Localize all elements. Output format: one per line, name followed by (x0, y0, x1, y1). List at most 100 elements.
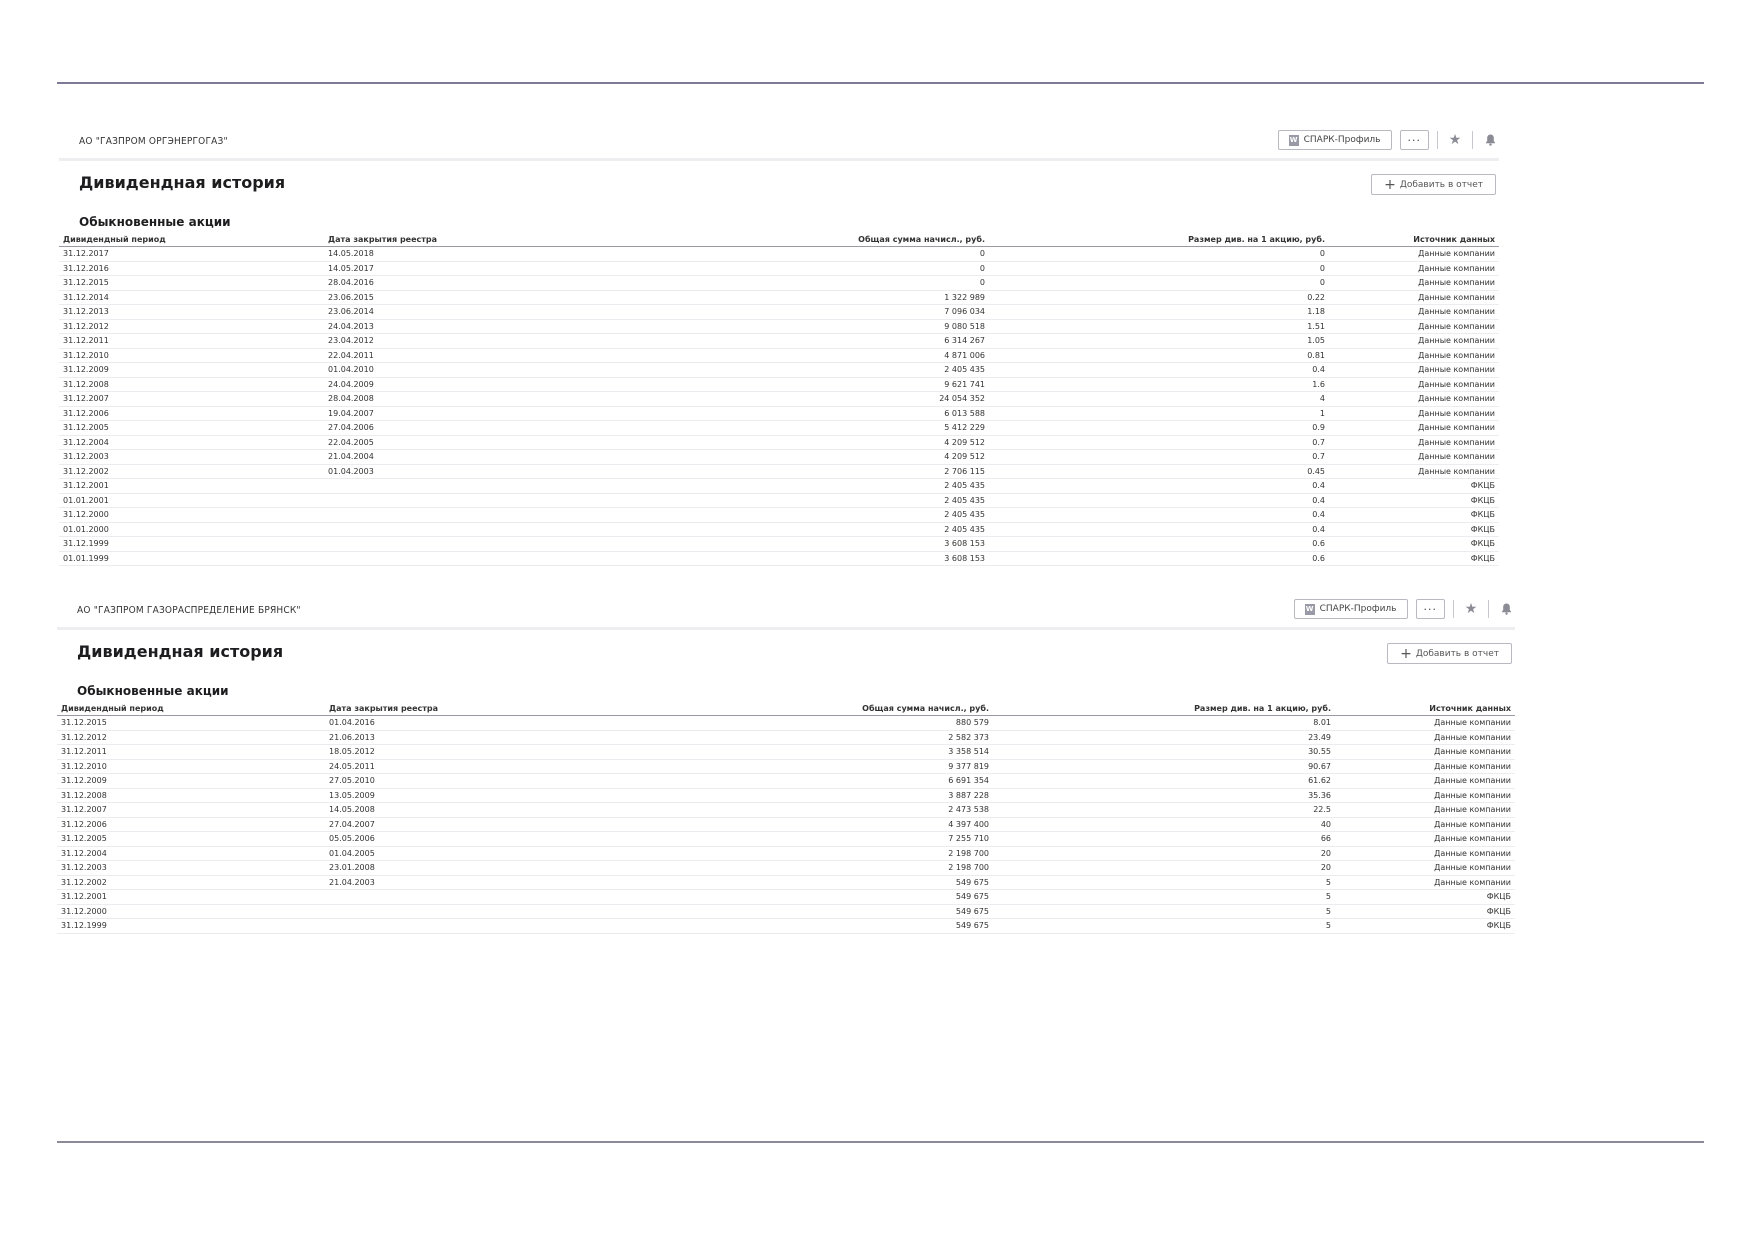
source-cell: Данные компании (1329, 362, 1499, 378)
table-row[interactable]: 31.12.1999 3 608 153 0.6 ФКЦБ (59, 536, 1499, 552)
table-row[interactable]: 31.12.2014 23.06.2015 1 322 989 0.22 Данные … (59, 290, 1499, 305)
table-row[interactable]: 31.12.2001 549 675 5 ФКЦБ (57, 889, 1515, 905)
table-row[interactable]: 31.12.2017 14.05.2018 0 0 Данные компании (59, 246, 1499, 262)
page-top-rule (57, 82, 1704, 84)
table-row[interactable]: 31.12.2009 27.05.2010 6 691 354 61.62 Данные… (57, 773, 1515, 789)
spark-profile-button[interactable]: W СПАРК-Профиль (1277, 130, 1392, 150)
add-to-report-label: Добавить в отчет (1399, 179, 1483, 190)
more-button[interactable]: ··· (1399, 130, 1429, 150)
table-row[interactable]: 31.12.2016 14.05.2017 0 0 Данные компании (59, 261, 1499, 276)
section-title: Обыкновенные акции (77, 684, 229, 698)
period-cell: 01.01.2001 (59, 493, 324, 508)
period-cell: 31.12.2010 (59, 348, 324, 363)
table-row[interactable]: 31.12.2011 18.05.2012 3 358 514 30.55 Данные… (57, 744, 1515, 760)
period-cell: 31.12.2000 (57, 904, 325, 919)
table-row[interactable]: 31.12.2013 23.06.2014 7 096 034 1.18 Данные … (59, 304, 1499, 320)
source-cell: Данные компании (1335, 831, 1515, 847)
per-share-cell: 0.6 (989, 536, 1329, 552)
table-row[interactable]: 31.12.2008 24.04.2009 9 621 741 1.6 Данные к… (59, 377, 1499, 392)
table-row[interactable]: 31.12.2010 22.04.2011 4 871 006 0.81 Данные … (59, 348, 1499, 363)
table-row[interactable]: 31.12.2012 24.04.2013 9 080 518 1.51 Данные … (59, 319, 1499, 334)
record-date-cell: 24.04.2013 (324, 319, 524, 334)
table-row[interactable]: 31.12.2003 23.01.2008 2 198 700 20 Данные ко… (57, 860, 1515, 876)
period-cell: 01.01.1999 (59, 551, 324, 566)
star-icon[interactable]: ★ (1462, 600, 1480, 618)
column-header-period[interactable]: Дивидендный период (59, 233, 324, 247)
table-header-row: Дивидендный период Дата закрытия реестра… (59, 233, 1499, 247)
table-row[interactable]: 31.12.2015 28.04.2016 0 0 Данные компании (59, 275, 1499, 291)
source-cell: Данные компании (1335, 744, 1515, 760)
record-date-cell: 28.04.2008 (324, 391, 524, 407)
table-row[interactable]: 31.12.2006 27.04.2007 4 397 400 40 Данные ко… (57, 817, 1515, 832)
source-cell: ФКЦБ (1335, 904, 1515, 919)
table-row[interactable]: 31.12.2015 01.04.2016 880 579 8.01 Данные ко… (57, 715, 1515, 731)
record-date-cell: 23.01.2008 (325, 860, 525, 876)
table-row[interactable]: 31.12.2002 01.04.2003 2 706 115 0.45 Данные … (59, 464, 1499, 479)
total-amount-cell: 3 887 228 (525, 788, 993, 803)
table-row[interactable]: 31.12.2004 22.04.2005 4 209 512 0.7 Данные к… (59, 435, 1499, 450)
table-row[interactable]: 31.12.1999 549 675 5 ФКЦБ (57, 918, 1515, 934)
add-to-report-label: Добавить в отчет (1415, 648, 1499, 659)
period-cell: 31.12.2008 (57, 788, 325, 803)
per-share-cell: 20 (993, 860, 1335, 876)
column-header-source[interactable]: Источник данных (1335, 702, 1515, 716)
table-row[interactable]: 31.12.2009 01.04.2010 2 405 435 0.4 Данные к… (59, 362, 1499, 378)
table-row[interactable]: 31.12.2003 21.04.2004 4 209 512 0.7 Данные к… (59, 449, 1499, 465)
source-cell: Данные компании (1329, 348, 1499, 363)
add-to-report-button[interactable]: + Добавить в отчет (1371, 174, 1496, 195)
spark-profile-button[interactable]: W СПАРК-Профиль (1293, 599, 1408, 619)
column-header-total[interactable]: Общая сумма начисл., руб. (525, 702, 993, 716)
period-cell: 31.12.2009 (59, 362, 324, 378)
table-row[interactable]: 31.12.2005 27.04.2006 5 412 229 0.9 Данные к… (59, 420, 1499, 436)
column-header-period[interactable]: Дивидендный период (57, 702, 325, 716)
table-row[interactable]: 31.12.2007 28.04.2008 24 054 352 4 Данные ко… (59, 391, 1499, 407)
record-date-cell: 18.05.2012 (325, 744, 525, 760)
table-row[interactable]: 01.01.1999 3 608 153 0.6 ФКЦБ (59, 551, 1499, 566)
total-amount-cell: 880 579 (525, 715, 993, 731)
record-date-cell: 14.05.2018 (324, 246, 524, 262)
source-cell: Данные компании (1329, 391, 1499, 407)
table-row[interactable]: 01.01.2001 2 405 435 0.4 ФКЦБ (59, 493, 1499, 508)
column-header-per-share[interactable]: Размер див. на 1 акцию, руб. (989, 233, 1329, 247)
total-amount-cell: 549 675 (525, 889, 993, 905)
bell-icon[interactable] (1481, 131, 1499, 149)
plus-icon: + (1384, 176, 1396, 193)
more-button[interactable]: ··· (1415, 599, 1445, 619)
column-header-record-date[interactable]: Дата закрытия реестра (325, 702, 525, 716)
record-date-cell: 14.05.2017 (324, 261, 524, 276)
per-share-cell: 0.7 (989, 435, 1329, 450)
table-row[interactable]: 31.12.2010 24.05.2011 9 377 819 90.67 Данные… (57, 759, 1515, 774)
table-row[interactable]: 31.12.2000 2 405 435 0.4 ФКЦБ (59, 507, 1499, 523)
total-amount-cell: 7 255 710 (525, 831, 993, 847)
company-name: АО "ГАЗПРОМ ГАЗОРАСПРЕДЕЛЕНИЕ БРЯНСК" (77, 605, 301, 616)
table-row[interactable]: 31.12.2012 21.06.2013 2 582 373 23.49 Данные… (57, 730, 1515, 745)
total-amount-cell: 2 473 538 (525, 802, 993, 818)
add-to-report-button[interactable]: + Добавить в отчет (1387, 643, 1512, 664)
period-cell: 31.12.2012 (59, 319, 324, 334)
spark-profile-label: СПАРК-Профиль (1303, 135, 1381, 145)
record-date-cell: 28.04.2016 (324, 275, 524, 291)
table-row[interactable]: 31.12.2000 549 675 5 ФКЦБ (57, 904, 1515, 919)
per-share-cell: 40 (993, 817, 1335, 832)
bell-icon[interactable] (1497, 600, 1515, 618)
table-row[interactable]: 31.12.2004 01.04.2005 2 198 700 20 Данные ко… (57, 846, 1515, 861)
record-date-cell: 14.05.2008 (325, 802, 525, 818)
per-share-cell: 5 (993, 904, 1335, 919)
source-cell: ФКЦБ (1329, 478, 1499, 494)
total-amount-cell: 4 209 512 (524, 435, 989, 450)
column-header-per-share[interactable]: Размер див. на 1 акцию, руб. (993, 702, 1335, 716)
star-icon[interactable]: ★ (1446, 131, 1464, 149)
table-row[interactable]: 31.12.2007 14.05.2008 2 473 538 22.5 Данные … (57, 802, 1515, 818)
per-share-cell: 5 (993, 918, 1335, 934)
column-header-total[interactable]: Общая сумма начисл., руб. (524, 233, 989, 247)
table-row[interactable]: 01.01.2000 2 405 435 0.4 ФКЦБ (59, 522, 1499, 537)
table-row[interactable]: 31.12.2008 13.05.2009 3 887 228 35.36 Данные… (57, 788, 1515, 803)
column-header-source[interactable]: Источник данных (1329, 233, 1499, 247)
table-row[interactable]: 31.12.2002 21.04.2003 549 675 5 Данные компа… (57, 875, 1515, 890)
table-row[interactable]: 31.12.2011 23.04.2012 6 314 267 1.05 Данные … (59, 333, 1499, 349)
table-row[interactable]: 31.12.2005 05.05.2006 7 255 710 66 Данные ко… (57, 831, 1515, 847)
table-row[interactable]: 31.12.2001 2 405 435 0.4 ФКЦБ (59, 478, 1499, 494)
column-header-record-date[interactable]: Дата закрытия реестра (324, 233, 524, 247)
source-cell: ФКЦБ (1329, 493, 1499, 508)
table-row[interactable]: 31.12.2006 19.04.2007 6 013 588 1 Данные ком… (59, 406, 1499, 421)
